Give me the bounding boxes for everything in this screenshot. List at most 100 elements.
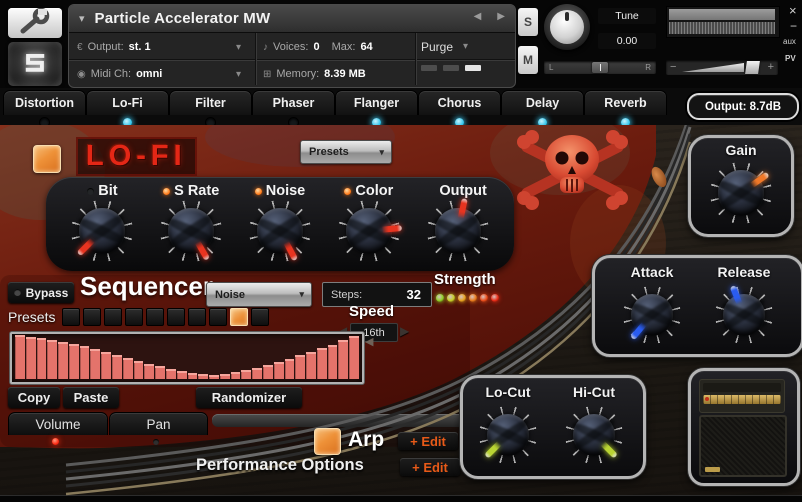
sequencer-bypass-button[interactable]: Bypass xyxy=(8,282,74,303)
step-bar-22[interactable] xyxy=(241,370,251,379)
tab-lo-fi[interactable]: Lo-Fi xyxy=(86,90,169,115)
pv-button[interactable]: PV xyxy=(785,54,796,63)
step-bar-11[interactable] xyxy=(123,358,133,379)
s-rate-knob[interactable] xyxy=(160,200,222,262)
tab-filter[interactable]: Filter xyxy=(169,90,252,115)
tab-chorus[interactable]: Chorus xyxy=(418,90,501,115)
step-bar-30[interactable] xyxy=(328,345,338,379)
tab-distortion[interactable]: Distortion xyxy=(3,90,86,115)
tab-delay[interactable]: Delay xyxy=(501,90,584,115)
minimize-icon[interactable]: − xyxy=(790,19,797,33)
edit-instrument-button[interactable] xyxy=(8,8,62,38)
step-bar-29[interactable] xyxy=(317,348,327,379)
tab-pan[interactable]: Pan xyxy=(109,412,208,435)
preset-slot-8[interactable] xyxy=(209,308,227,326)
step-bar-31[interactable] xyxy=(338,340,348,379)
step-bars[interactable] xyxy=(14,336,360,380)
step-bar-7[interactable] xyxy=(80,346,90,379)
performance-edit-button[interactable]: + Edit xyxy=(400,458,460,476)
step-bar-16[interactable] xyxy=(177,371,187,379)
color-knob[interactable] xyxy=(338,200,400,262)
next-instrument-icon[interactable]: ▶ xyxy=(497,11,505,22)
attack-knob[interactable] xyxy=(623,286,681,344)
preset-slot-9[interactable] xyxy=(230,308,248,326)
step-bar-5[interactable] xyxy=(58,342,68,379)
paste-button[interactable]: Paste xyxy=(63,387,119,408)
hi-cut-knob[interactable] xyxy=(565,406,623,464)
gain-knob-control[interactable] xyxy=(710,162,772,224)
output-knob[interactable] xyxy=(427,200,489,262)
step-bar-8[interactable] xyxy=(90,349,100,379)
output-select[interactable]: € Output: st. 1 ▾ xyxy=(77,34,249,60)
tab-phaser[interactable]: Phaser xyxy=(252,90,335,115)
step-bar-21[interactable] xyxy=(231,372,241,379)
tab-volume[interactable]: Volume xyxy=(8,412,108,435)
step-bar-19[interactable] xyxy=(209,375,219,379)
arp-power-button[interactable] xyxy=(314,428,341,455)
step-sequencer-display[interactable] xyxy=(10,332,364,384)
step-bar-3[interactable] xyxy=(37,338,47,379)
step-bar-32[interactable] xyxy=(349,336,359,379)
sequencer-mode-dropdown[interactable]: Noise ▾ xyxy=(206,282,312,307)
instrument-title-row[interactable]: ▾ Particle Accelerator MW ◀ ▶ xyxy=(69,5,515,33)
step-bar-17[interactable] xyxy=(188,373,198,379)
lofi-presets-dropdown[interactable]: Presets ▾ xyxy=(300,140,392,164)
volume-handle[interactable] xyxy=(745,61,760,74)
step-bar-28[interactable] xyxy=(306,352,316,379)
step-bar-1[interactable] xyxy=(15,335,25,379)
close-icon[interactable]: × xyxy=(789,3,797,18)
tab-flanger[interactable]: Flanger xyxy=(335,90,418,115)
lo-cut-knob[interactable] xyxy=(479,406,537,464)
step-bar-9[interactable] xyxy=(101,352,111,379)
chevron-down-icon[interactable]: ▾ xyxy=(463,41,468,52)
preset-slot-5[interactable] xyxy=(146,308,164,326)
step-bar-18[interactable] xyxy=(198,374,208,379)
preset-slot-6[interactable] xyxy=(167,308,185,326)
tune-value[interactable]: 0.00 xyxy=(598,33,656,49)
pan-handle[interactable] xyxy=(592,62,608,73)
step-bar-24[interactable] xyxy=(263,365,273,379)
soundiron-logo-button[interactable] xyxy=(8,42,62,86)
prev-instrument-icon[interactable]: ◀ xyxy=(474,11,482,22)
step-bar-13[interactable] xyxy=(144,364,154,379)
preset-slot-1[interactable] xyxy=(62,308,80,326)
preset-slot-10[interactable] xyxy=(251,308,269,326)
solo-button[interactable]: S xyxy=(518,8,538,36)
preset-slot-3[interactable] xyxy=(104,308,122,326)
preset-slot-7[interactable] xyxy=(188,308,206,326)
lo-cut-knob-control[interactable] xyxy=(479,406,537,464)
aux-button[interactable]: aux xyxy=(783,37,796,46)
step-bar-14[interactable] xyxy=(155,366,165,379)
lofi-power-button[interactable] xyxy=(33,145,61,173)
mute-button[interactable]: M xyxy=(518,46,538,74)
volume-slider[interactable]: − + xyxy=(666,60,778,75)
chevron-down-icon[interactable]: ▾ xyxy=(79,12,85,25)
purge-menu[interactable]: Purge ▾ xyxy=(421,34,511,59)
step-bar-2[interactable] xyxy=(26,337,36,379)
speed-next-icon[interactable]: ▶ xyxy=(400,324,409,338)
release-knob[interactable] xyxy=(715,286,773,344)
hi-cut-knob-control[interactable] xyxy=(565,406,623,464)
chevron-down-icon[interactable]: ▾ xyxy=(236,42,241,53)
pan-slider[interactable]: L R xyxy=(544,61,656,74)
noise-knob[interactable] xyxy=(249,200,311,262)
gain-knob[interactable] xyxy=(710,162,772,224)
step-bar-27[interactable] xyxy=(295,355,305,379)
tab-area-slider[interactable] xyxy=(212,414,470,427)
preset-slot-2[interactable] xyxy=(83,308,101,326)
midi-channel-select[interactable]: ◉ Midi Ch: omni ▾ xyxy=(77,61,249,87)
step-bar-23[interactable] xyxy=(252,368,262,379)
step-bar-15[interactable] xyxy=(166,369,176,379)
step-bar-12[interactable] xyxy=(134,361,144,379)
release-knob-control[interactable] xyxy=(715,286,773,344)
step-bar-6[interactable] xyxy=(69,344,79,379)
randomizer-button[interactable]: Randomizer xyxy=(196,387,302,408)
steps-value[interactable]: 32 xyxy=(407,287,421,302)
attack-knob-control[interactable] xyxy=(623,286,681,344)
step-bar-20[interactable] xyxy=(220,374,230,379)
tab-reverb[interactable]: Reverb xyxy=(584,90,667,115)
copy-button[interactable]: Copy xyxy=(8,387,60,408)
arp-edit-button[interactable]: + Edit xyxy=(398,432,458,450)
chevron-down-icon[interactable]: ▾ xyxy=(236,69,241,80)
step-bar-4[interactable] xyxy=(47,340,57,379)
